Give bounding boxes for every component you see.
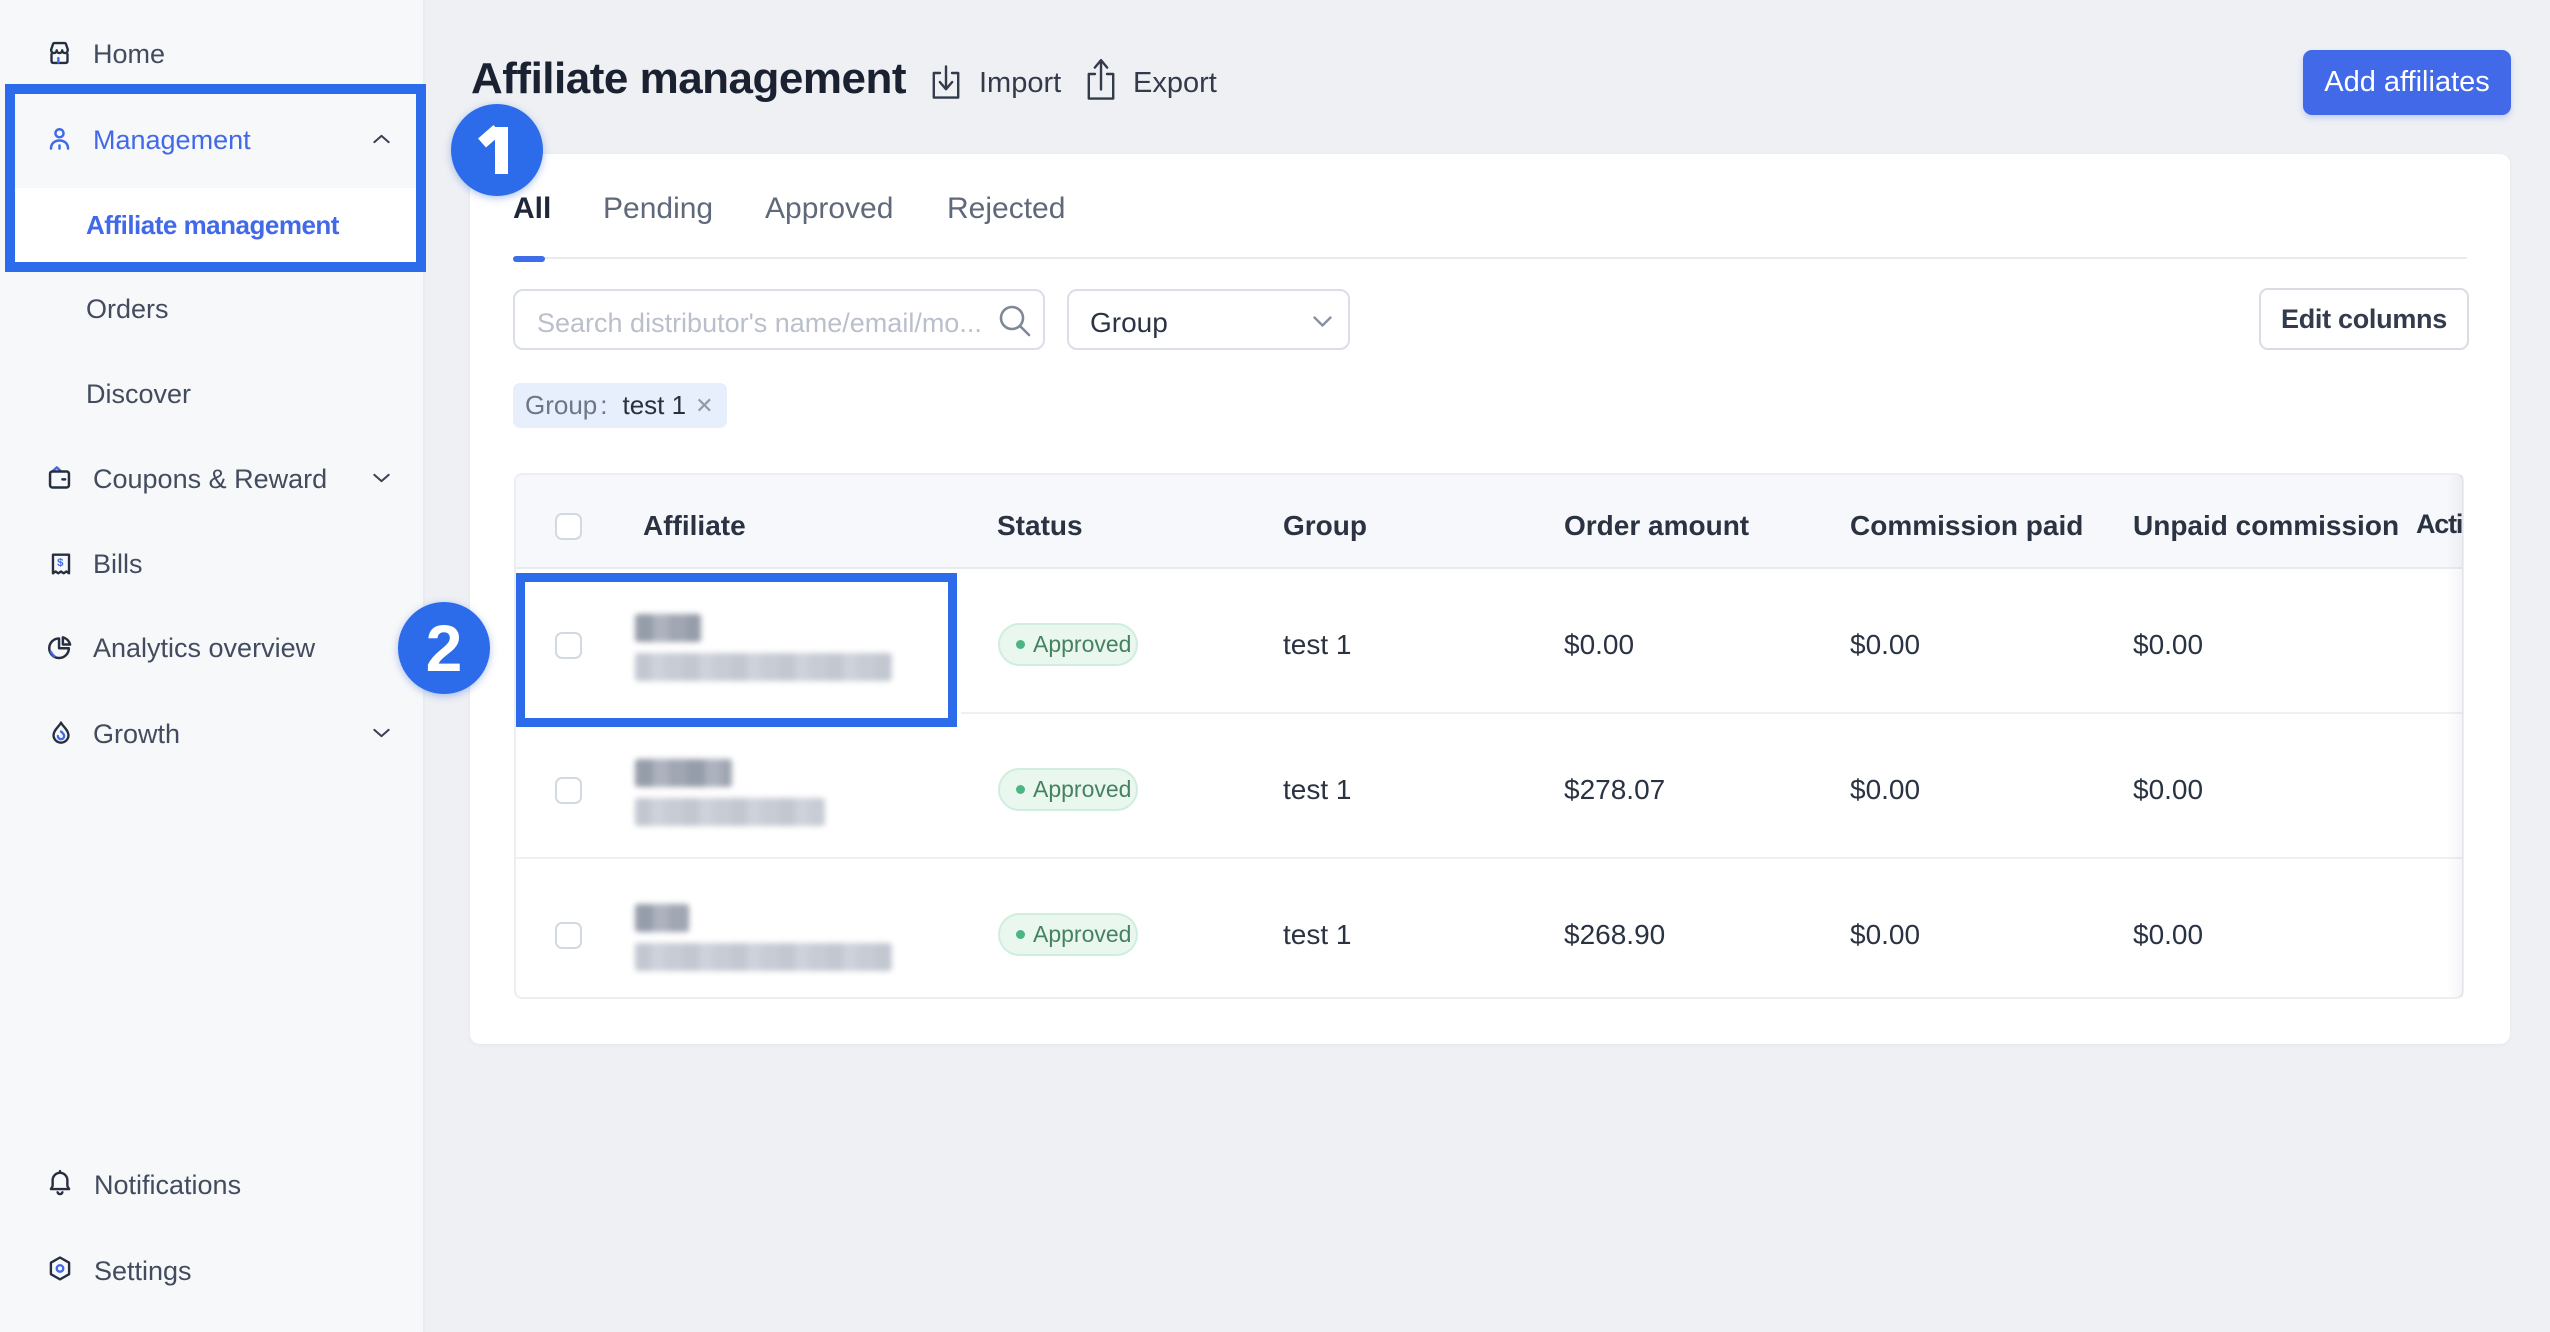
- svg-text:$: $: [57, 557, 64, 569]
